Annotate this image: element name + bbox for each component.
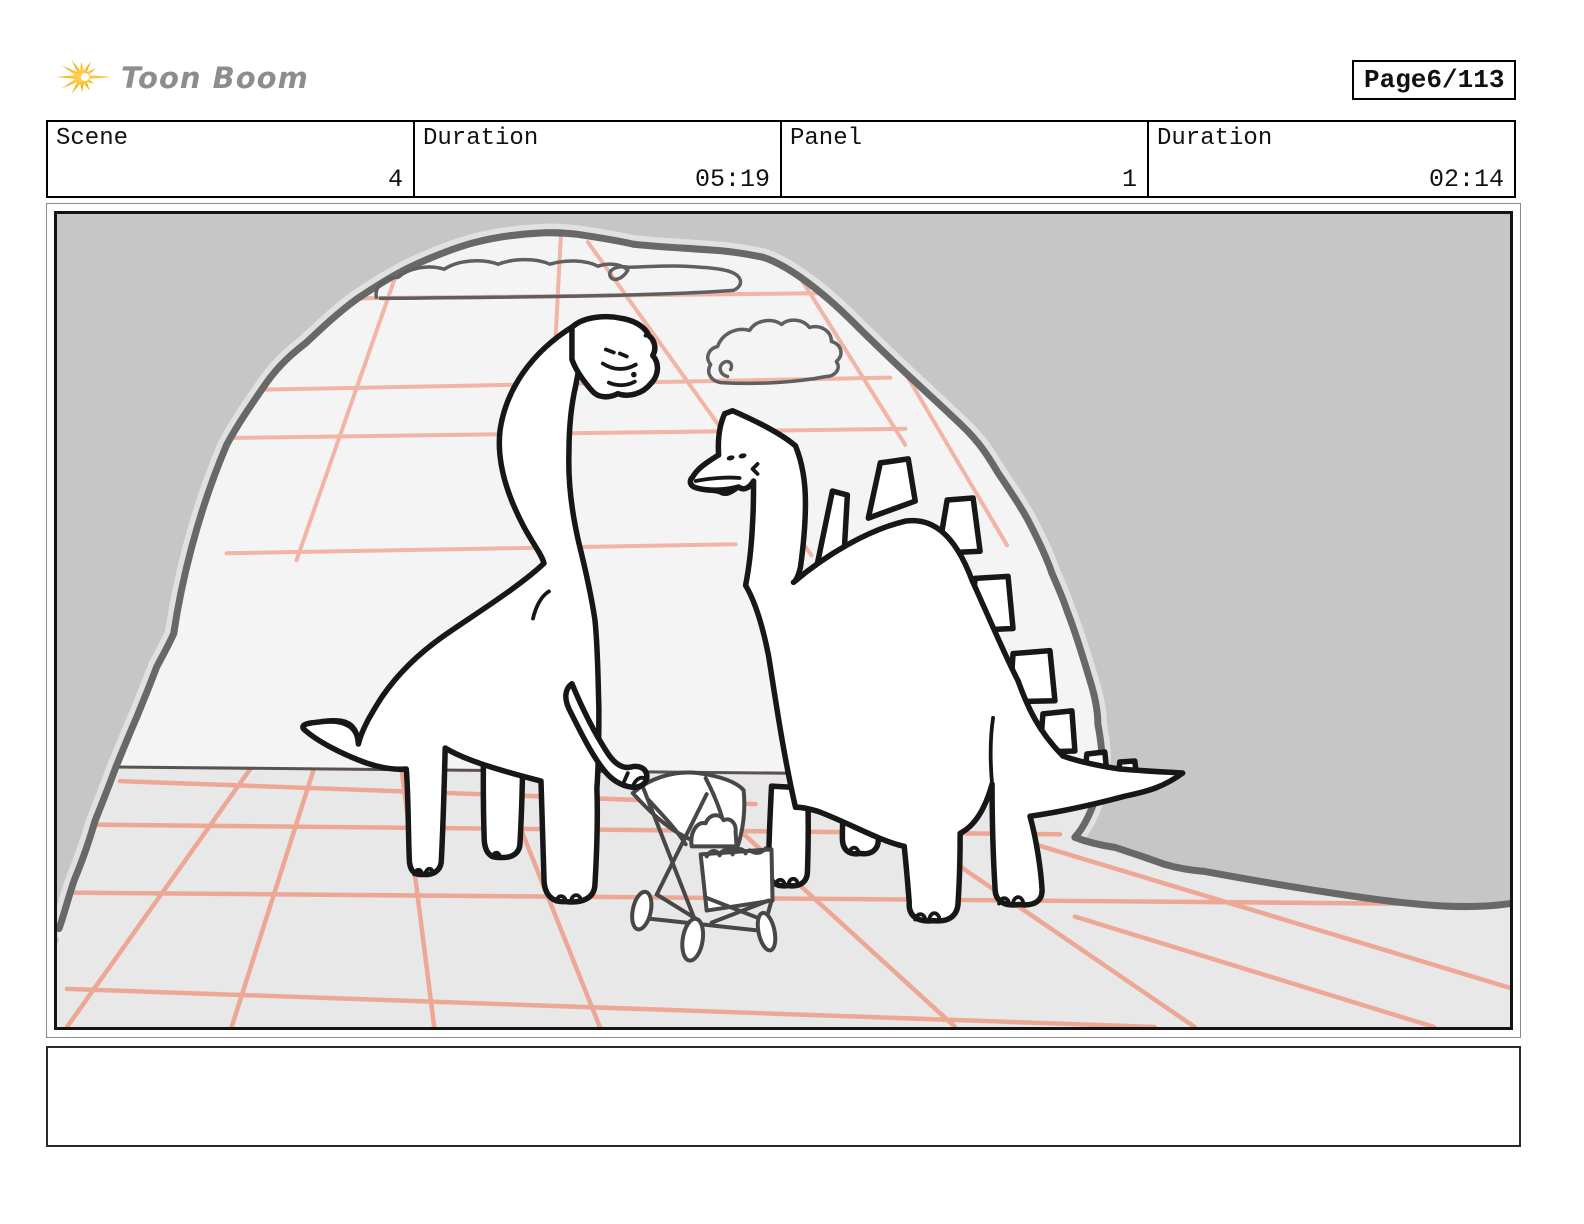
brachiosaurus-eye-dot [631, 371, 637, 378]
toon-boom-starburst-icon [55, 60, 112, 95]
caption-box [46, 1046, 1521, 1147]
storyboard-panel [54, 211, 1513, 1030]
storyboard-panel-frame [46, 203, 1521, 1038]
page-label: Page [1364, 65, 1427, 95]
toon-boom-logo-text: Toon Boom [121, 61, 309, 95]
toon-boom-logo: Toon Boom [55, 50, 309, 106]
scene-duration-cell: Duration 05:19 [415, 122, 782, 196]
panel-duration-value: 02:14 [1428, 165, 1504, 194]
page-number: 6/113 [1426, 65, 1505, 95]
scene-cell: Scene 4 [48, 122, 415, 196]
brachiosaurus-nostril [643, 333, 648, 338]
scene-value: 4 [387, 165, 403, 194]
scene-duration-value: 05:19 [694, 165, 770, 194]
panel-value: 1 [1121, 165, 1137, 194]
panel-duration-cell: Duration 02:14 [1149, 122, 1514, 196]
panel-cell: Panel 1 [782, 122, 1149, 196]
panel-info-table: Scene 4 Duration 05:19 Panel 1 Duration … [46, 120, 1516, 198]
panel-label: Panel [790, 125, 863, 152]
scene-label: Scene [56, 125, 129, 152]
page-indicator: Page 6/113 [1352, 60, 1516, 100]
panel-duration-label: Duration [1157, 125, 1273, 152]
scene-duration-label: Duration [423, 125, 539, 152]
storyboard-panel-artwork [57, 214, 1510, 1027]
